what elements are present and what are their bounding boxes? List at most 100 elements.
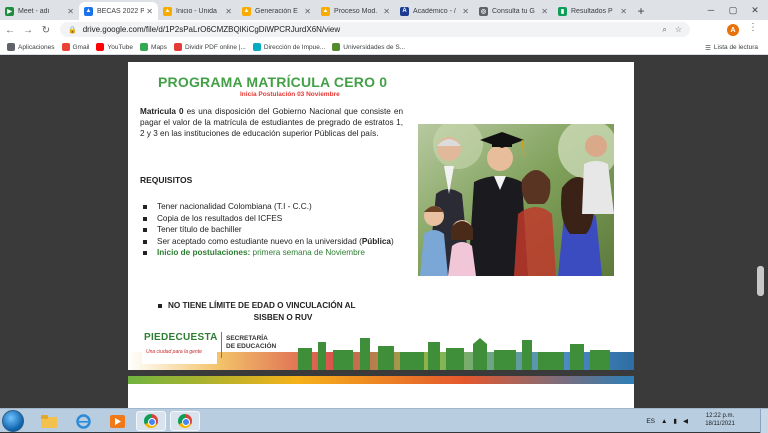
requirement-text: Copia de los resultados del ICFES	[157, 213, 283, 223]
reading-list[interactable]: ☰ Lista de lectura	[705, 40, 758, 55]
viewer-scrollbar[interactable]	[757, 266, 764, 296]
bookmark-label: Dirección de Impue...	[263, 43, 326, 51]
tab-close-icon[interactable]: ✕	[462, 7, 469, 16]
tab-favicon-icon: ◎	[479, 6, 488, 16]
tab-close-icon[interactable]: ✕	[383, 7, 390, 16]
clock-date: 18/11/2021	[705, 421, 735, 427]
square-bullet-icon	[158, 303, 162, 308]
tab-close-icon[interactable]: ✕	[620, 7, 627, 16]
requirement-text: Ser aceptado como estudiante nuevo en la…	[157, 236, 362, 246]
bookmark-item[interactable]: Maps	[140, 43, 167, 51]
browser-tab[interactable]: A Académico - / ✕	[395, 2, 474, 20]
tab-close-icon[interactable]: ✕	[225, 7, 232, 16]
secretaria-line-1: SECRETARÍA	[226, 335, 268, 342]
language-indicator[interactable]: ES	[646, 418, 655, 425]
browser-menu-icon[interactable]: ⋮	[748, 22, 758, 33]
bookmark-favicon-icon	[140, 43, 149, 51]
browser-tab[interactable]: ▲ Proceso Mod. ✕	[316, 2, 395, 20]
secretaria-label: SECRETARÍA DE EDUCACIÓN	[226, 335, 276, 351]
tab-title: Resultados P	[571, 7, 613, 15]
secretaria-line-2: DE EDUCACIÓN	[226, 343, 277, 350]
tab-title: Meet - adi	[18, 7, 50, 15]
tab-favicon-icon: A	[400, 6, 409, 16]
address-bar[interactable]: 🔒 drive.google.com/file/d/1P2sPaLrO6CMZB…	[60, 22, 690, 37]
chrome-taskbar-icon[interactable]	[136, 411, 166, 431]
tab-strip: ▶ Meet - adi ✕ ▲ BECAS 2022 P ✕ ▲ Inicio - Unid…	[0, 0, 768, 20]
start-button[interactable]	[2, 410, 24, 432]
minimize-button[interactable]: ─	[700, 0, 722, 20]
bookmarks-bar: Aplicaciones Gmail YouTube Maps Dividir PDF …	[0, 40, 768, 55]
internet-explorer-taskbar-icon[interactable]	[68, 411, 98, 431]
close-window-button[interactable]: ✕	[744, 0, 766, 20]
bookmark-item[interactable]: Dirección de Impue...	[252, 43, 326, 51]
requirement-item: Copia de los resultados del ICFES	[142, 213, 405, 225]
url-text: drive.google.com/file/d/1P2sPaLrO6CMZBQl…	[82, 25, 341, 34]
tab-title: Académico - /	[413, 7, 456, 15]
bookmark-item[interactable]: YouTube	[96, 43, 133, 51]
new-tab-button[interactable]: +	[632, 2, 650, 20]
chrome-taskbar-icon-2[interactable]	[170, 411, 200, 431]
note-line-1: NO TIENE LÍMITE DE EDAD O VINCULACIÓN AL	[168, 301, 356, 310]
taskbar-clock[interactable]: 12:22 p.m. 18/11/2021	[698, 412, 742, 428]
requirement-item: Inicio de postulaciones: primera semana …	[142, 247, 405, 259]
intro-paragraph: Matricula 0 es una disposición del Gobie…	[140, 106, 403, 139]
bookmark-favicon-icon	[7, 43, 15, 51]
tab-close-icon[interactable]: ✕	[146, 7, 153, 16]
graduation-photo	[418, 124, 614, 276]
next-slide-page	[128, 376, 634, 408]
browser-tab[interactable]: ▲ BECAS 2022 P ✕	[79, 2, 158, 20]
browser-toolbar: ← → ↻ 🔒 drive.google.com/file/d/1P2sPaLr…	[0, 20, 768, 40]
browser-tab[interactable]: ▲ Generación E ✕	[237, 2, 316, 20]
bookmark-item[interactable]: Aplicaciones	[7, 43, 55, 51]
file-explorer-taskbar-icon[interactable]	[34, 411, 64, 431]
tab-favicon-icon: ▲	[242, 6, 251, 16]
slide-page: PROGRAMA MATRÍCULA CERO 0 Inicia Postula…	[128, 62, 634, 370]
network-icon[interactable]: ▮	[673, 417, 677, 425]
requirement-bold: Inicio de postulaciones:	[157, 248, 251, 257]
chrome-icon	[178, 414, 192, 428]
requirement-item: Tener nacionalidad Colombiana (T.I - C.C…	[142, 201, 405, 213]
tab-close-icon[interactable]: ✕	[67, 7, 74, 16]
bookmark-item[interactable]: Universidades de S...	[332, 43, 405, 51]
show-desktop-button[interactable]	[760, 409, 768, 433]
requirements-list: Tener nacionalidad Colombiana (T.I - C.C…	[142, 201, 405, 259]
reading-list-icon: ☰	[705, 44, 711, 52]
logo-divider	[221, 332, 222, 358]
requirement-item: Tener título de bachiller	[142, 224, 405, 236]
volume-icon[interactable]: ◀	[683, 417, 688, 425]
browser-tab[interactable]: ▶ Meet - adi ✕	[0, 2, 79, 20]
requirement-text: Tener título de bachiller	[157, 225, 242, 234]
bookmark-favicon-icon	[61, 43, 70, 51]
back-icon[interactable]: ←	[2, 22, 18, 38]
bookmark-label: Dividir PDF online |...	[184, 43, 246, 51]
tab-close-icon[interactable]: ✕	[541, 7, 548, 16]
tab-favicon-icon: ▲	[84, 6, 93, 16]
bookmark-favicon-icon	[252, 43, 261, 51]
search-icon[interactable]: ⌕	[662, 25, 666, 35]
browser-tab[interactable]: ◎ Consulta tu G ✕	[474, 2, 553, 20]
age-note: NO TIENE LÍMITE DE EDAD O VINCULACIÓN AL…	[158, 300, 398, 323]
tray-expand-icon[interactable]: ▲	[661, 418, 667, 425]
slide-subtitle: Inicia Postulación 03 Noviembre	[240, 91, 340, 98]
reload-icon[interactable]: ↻	[38, 22, 54, 38]
tab-favicon-icon: ▲	[321, 6, 330, 16]
clock-time: 12:22 p.m.	[705, 413, 735, 419]
requirement-after: primera semana de Noviembre	[250, 248, 365, 257]
profile-avatar[interactable]: A	[727, 24, 739, 36]
reading-list-label: Lista de lectura	[713, 44, 758, 51]
media-player-taskbar-icon[interactable]	[102, 411, 132, 431]
bookmark-item[interactable]: Gmail	[61, 43, 89, 51]
browser-tab[interactable]: ▲ Inicio - Unida ✕	[158, 2, 237, 20]
forward-icon[interactable]: →	[20, 22, 36, 38]
tab-close-icon[interactable]: ✕	[304, 7, 311, 16]
star-icon[interactable]: ☆	[675, 25, 682, 34]
bookmark-item[interactable]: Dividir PDF online |...	[173, 43, 246, 51]
maximize-button[interactable]: ▢	[722, 0, 744, 20]
bookmark-favicon-icon	[332, 43, 341, 51]
pdf-viewer[interactable]: PROGRAMA MATRÍCULA CERO 0 Inicia Postula…	[0, 56, 768, 408]
browser-tab[interactable]: ▮ Resultados P ✕	[553, 2, 632, 20]
bookmark-label: Universidades de S...	[343, 43, 406, 51]
bookmark-favicon-icon	[96, 43, 105, 51]
bookmark-label: Maps	[151, 43, 167, 51]
requirement-text: Tener nacionalidad Colombiana (T.I - C.C…	[157, 202, 312, 211]
